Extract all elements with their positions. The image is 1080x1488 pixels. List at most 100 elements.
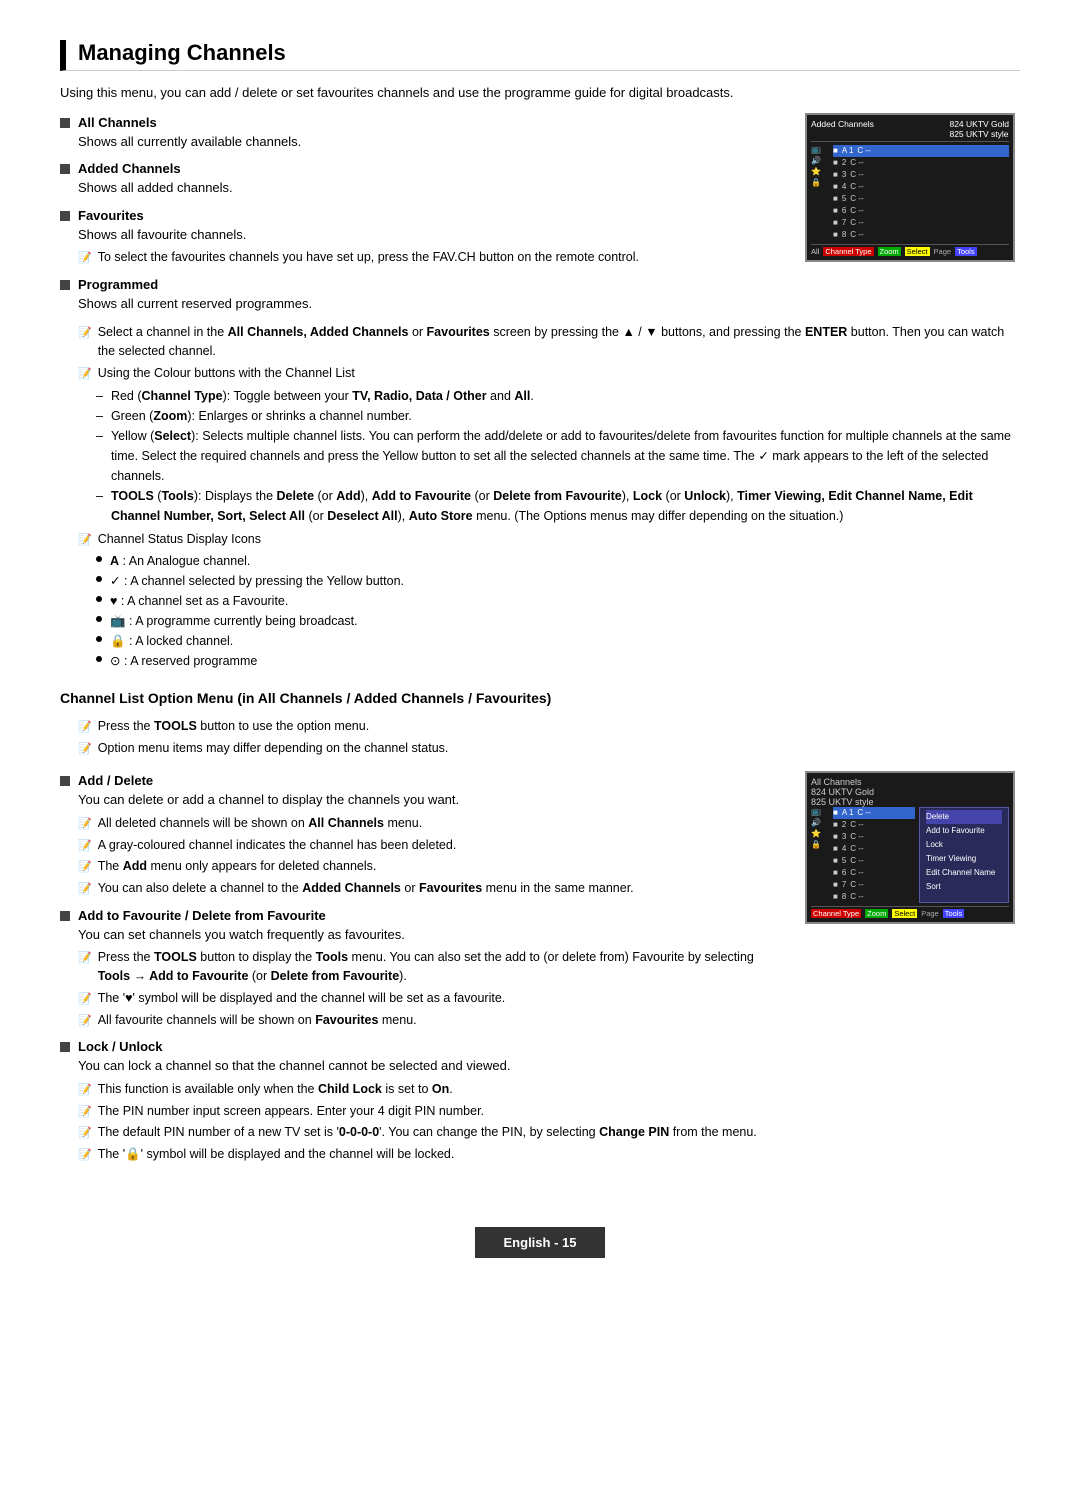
add-favourite-note-2: 📝 The '♥' symbol will be displayed and t… — [78, 989, 785, 1008]
tv-screen-2-container: All Channels 824 UKTV Gold 825 UKTV styl… — [805, 771, 1020, 1167]
tv2-top-left: All Channels — [811, 777, 862, 787]
icon-broadcast-text: 📺 : A programme currently being broadcas… — [110, 611, 358, 631]
programmed-section: Programmed — [60, 277, 785, 292]
menu-item-delete: Delete — [926, 810, 1002, 824]
bullet-icon — [60, 164, 70, 174]
tv2-channel-row: ■6C -- — [833, 867, 915, 879]
tv-top-right: 824 UKTV Gold 825 UKTV style — [949, 119, 1009, 139]
add-favourite-note-1-text: Press the TOOLS button to display the To… — [98, 948, 785, 986]
colour-btn-tools-text: TOOLS (Tools): Displays the Delete (or A… — [111, 486, 1020, 526]
favourites-note-text: To select the favourites channels you ha… — [98, 248, 639, 267]
tv2-channel-row: ■7C -- — [833, 879, 915, 891]
tv2-channel-row: ■3C -- — [833, 831, 915, 843]
lock-unlock-section: Lock / Unlock — [60, 1039, 785, 1054]
icon-favourite: ♥ : A channel set as a Favourite. — [96, 591, 1020, 611]
bullet-icon — [60, 211, 70, 221]
icon-checkmark: ✓ : A channel selected by pressing the Y… — [96, 571, 1020, 591]
favourites-note: 📝 To select the favourites channels you … — [78, 248, 785, 267]
tv2-icon-3: ⭐ — [811, 829, 829, 838]
menu-item-sort: Sort — [926, 880, 1002, 894]
note-icon: 📝 — [78, 881, 92, 898]
tv-channel-row: ■3C -- — [833, 169, 1009, 181]
tv2-channel-list: ■A 1C -- ■2C -- ■3C -- ■4C -- ■5C -- ■6C… — [833, 807, 915, 903]
dot-icon — [96, 636, 102, 642]
tv-screen-1: Added Channels 824 UKTV Gold 825 UKTV st… — [805, 113, 1015, 262]
menu-item-lock: Lock — [926, 838, 1002, 852]
tv-channel-row: ■2C -- — [833, 157, 1009, 169]
note-select-channel-text: Select a channel in the All Channels, Ad… — [98, 323, 1020, 361]
menu-item-edit-name: Edit Channel Name — [926, 866, 1002, 880]
programmed-title: Programmed — [78, 277, 158, 292]
note-icon: 📝 — [78, 1013, 92, 1030]
lock-unlock-title: Lock / Unlock — [78, 1039, 163, 1054]
tv-icon-3: ⭐ — [811, 167, 829, 176]
add-favourite-body: You can set channels you watch frequentl… — [78, 925, 785, 945]
tv-screen-2-topbar: All Channels 824 UKTV Gold 825 UKTV styl… — [811, 777, 1009, 807]
bullet-icon — [60, 911, 70, 921]
tv2-top-right: 824 UKTV Gold 825 UKTV style — [811, 787, 1009, 807]
colour-button-list: Red (Channel Type): Toggle between your … — [96, 386, 1020, 526]
add-favourite-note-3-text: All favourite channels will be shown on … — [98, 1011, 417, 1030]
tv2-channel-row: ■4C -- — [833, 843, 915, 855]
note-icon: 📝 — [78, 250, 92, 267]
all-channels-body: Shows all currently available channels. — [78, 132, 785, 152]
tv-icon-4: 🔒 — [811, 178, 829, 187]
footer-wrapper: English - 15 — [60, 1197, 1020, 1258]
tv2-icon-1: 📺 — [811, 807, 829, 816]
note-icon: 📝 — [78, 741, 92, 758]
added-channels-body: Shows all added channels. — [78, 178, 785, 198]
subsection-title: Channel List Option Menu (in All Channel… — [60, 689, 1020, 709]
dot-icon — [96, 576, 102, 582]
colour-btn-red: Red (Channel Type): Toggle between your … — [96, 386, 1020, 406]
tv-screen-1-topbar: Added Channels 824 UKTV Gold 825 UKTV st… — [811, 119, 1009, 142]
tv2-bottom-bar: Channel Type Zoom Select Page Tools — [811, 906, 1009, 918]
add-delete-section: Add / Delete — [60, 773, 785, 788]
tv2-icon-4: 🔒 — [811, 840, 829, 849]
add-delete-note-1-text: All deleted channels will be shown on Al… — [98, 814, 422, 833]
menu-item-add-favourite: Add to Favourite — [926, 824, 1002, 838]
lock-note-3: 📝 The default PIN number of a new TV set… — [78, 1123, 785, 1142]
note-icon: 📝 — [78, 816, 92, 833]
lock-note-4-text: The '🔒' symbol will be displayed and the… — [98, 1145, 455, 1164]
icon-analogue-text: A : An Analogue channel. — [110, 551, 250, 571]
colour-btn-red-text: Red (Channel Type): Toggle between your … — [111, 386, 534, 406]
dot-icon — [96, 616, 102, 622]
note-icon: 📝 — [78, 325, 92, 342]
note-icon: 📝 — [78, 838, 92, 855]
note-icon: 📝 — [78, 950, 92, 967]
favourites-title: Favourites — [78, 208, 144, 223]
dot-icon — [96, 556, 102, 562]
subsection-note-2: 📝 Option menu items may differ depending… — [78, 739, 1020, 758]
lock-note-4: 📝 The '🔒' symbol will be displayed and t… — [78, 1145, 785, 1164]
tv-left-icons: 📺 🔊 ⭐ 🔒 — [811, 145, 829, 241]
note-icon: 📝 — [78, 1125, 92, 1142]
lock-unlock-body: You can lock a channel so that the chann… — [78, 1056, 785, 1076]
add-delete-title: Add / Delete — [78, 773, 153, 788]
bullet-icon — [60, 1042, 70, 1052]
tv-icon-2: 🔊 — [811, 156, 829, 165]
tv-channel-row: ■6C -- — [833, 205, 1009, 217]
add-favourite-note-2-text: The '♥' symbol will be displayed and the… — [98, 989, 506, 1008]
colour-btn-yellow-text: Yellow (Select): Selects multiple channe… — [111, 426, 1020, 486]
subsection-note-1-text: Press the TOOLS button to use the option… — [98, 717, 369, 736]
tv-channel-row: ■4C -- — [833, 181, 1009, 193]
icon-reserved-text: ⊙ : A reserved programme — [110, 651, 257, 671]
lock-note-1-text: This function is available only when the… — [98, 1080, 453, 1099]
add-delete-note-1: 📝 All deleted channels will be shown on … — [78, 814, 785, 833]
lock-note-3-text: The default PIN number of a new TV set i… — [98, 1123, 757, 1142]
add-delete-note-2-text: A gray-coloured channel indicates the ch… — [98, 836, 457, 855]
tv-icon-1: 📺 — [811, 145, 829, 154]
tv2-channel-row: ■5C -- — [833, 855, 915, 867]
colour-btn-yellow: Yellow (Select): Selects multiple channe… — [96, 426, 1020, 486]
icon-favourite-text: ♥ : A channel set as a Favourite. — [110, 591, 288, 611]
tv-channel-row: ■8C -- — [833, 229, 1009, 241]
added-channels-section: Added Channels — [60, 161, 785, 176]
tv-screen-1-container: Added Channels 824 UKTV Gold 825 UKTV st… — [805, 113, 1020, 317]
subsection-note-1: 📝 Press the TOOLS button to use the opti… — [78, 717, 1020, 736]
tv-screen-2: All Channels 824 UKTV Gold 825 UKTV styl… — [805, 771, 1015, 924]
page-footer: English - 15 — [475, 1227, 605, 1258]
channel-status-icons-list: A : An Analogue channel. ✓ : A channel s… — [96, 551, 1020, 671]
tv-sidebar: 📺 🔊 ⭐ 🔒 ■A 1C -- ■2C -- ■3C -- ■4C -- ■5… — [811, 145, 1009, 241]
note-icon: 📝 — [78, 1147, 92, 1164]
add-favourite-title: Add to Favourite / Delete from Favourite — [78, 908, 326, 923]
